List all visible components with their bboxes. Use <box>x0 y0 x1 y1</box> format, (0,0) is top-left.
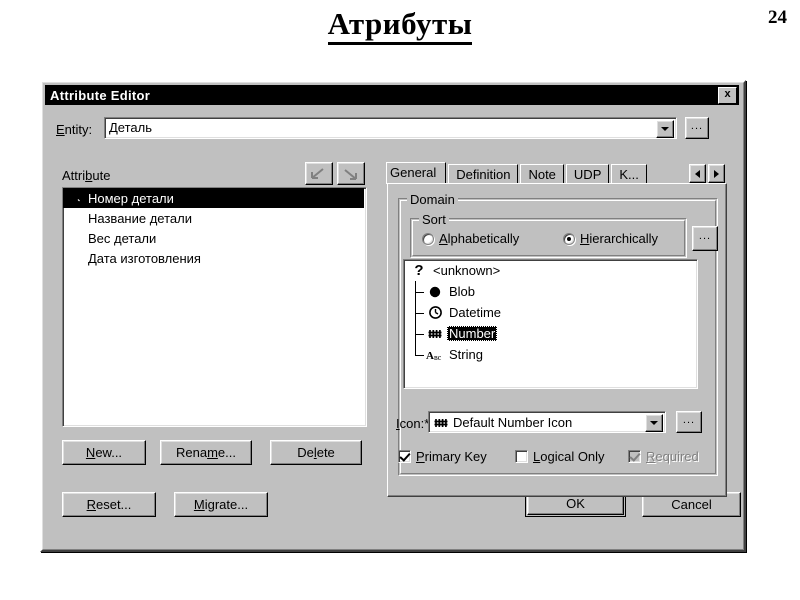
sort-browse-button[interactable]: ... <box>692 226 718 251</box>
move-up-arrow-icon[interactable] <box>305 162 333 185</box>
entity-value: Деталь <box>109 120 152 135</box>
close-icon[interactable]: x <box>718 87 737 104</box>
question-mark-icon: ? <box>414 262 424 279</box>
tree-item-datetime-label: Datetime <box>449 305 502 320</box>
list-item-spacer <box>67 231 84 245</box>
blob-filled-circle-icon <box>426 284 444 300</box>
tab-definition[interactable]: Definition <box>448 164 519 184</box>
radio-hierarchically-label: Hierarchically <box>580 231 659 246</box>
radio-alphabetically-label: Alphabetically <box>439 231 520 246</box>
tab-udp-label: UDP <box>573 167 602 182</box>
page-title: Атрибуты <box>0 6 800 45</box>
abc-string-icon: A вc <box>426 347 444 363</box>
icon-browse-button[interactable]: ... <box>676 411 702 433</box>
new-button[interactable]: New... <box>62 440 146 465</box>
list-item-label: Вес детали <box>88 230 157 246</box>
tree-item-datetime[interactable]: Datetime <box>404 302 697 323</box>
tab-control: General Definition Note UDP K... Domain <box>386 162 727 497</box>
slide-canvas: Атрибуты 24 Attribute Editor x Entity: Д… <box>0 0 800 600</box>
tab-definition-label: Definition <box>456 167 511 182</box>
tab-general-label: General <box>390 165 437 180</box>
primary-key-icon <box>67 191 84 205</box>
svg-text:вc: вc <box>434 353 442 362</box>
domain-tree[interactable]: ? <unknown> Blob Datetime Number A вc St… <box>403 259 698 389</box>
reset-button[interactable]: Reset... <box>62 492 156 517</box>
list-item[interactable]: Дата изготовления <box>63 248 366 268</box>
checkbox-required-indicator <box>628 450 641 463</box>
tab-udp[interactable]: UDP <box>565 164 610 184</box>
scroll-left-icon[interactable] <box>689 164 706 183</box>
tab-general[interactable]: General <box>386 162 447 184</box>
checkbox-primary-key-indicator[interactable] <box>398 450 411 463</box>
attribute-list-label: Attribute <box>62 168 111 183</box>
tab-page-general: Domain Sort Alphabetically Hierarchicall… <box>387 183 727 497</box>
domain-group-title: Domain <box>407 192 458 207</box>
checkbox-logical-only-indicator[interactable] <box>515 450 528 463</box>
checkbox-required-label: Required <box>646 449 699 464</box>
list-item-label: Дата изготовления <box>88 250 201 266</box>
checkbox-logical-only[interactable]: Logical Only <box>515 449 605 464</box>
tree-item-number-label: Number <box>447 326 498 341</box>
tab-note-label: Note <box>528 167 556 182</box>
page-title-text: Атрибуты <box>327 6 473 45</box>
entity-combobox[interactable]: Деталь <box>104 117 677 139</box>
tab-k-label: K... <box>619 167 639 182</box>
list-item-spacer <box>67 211 84 225</box>
tree-item-number[interactable]: Number <box>404 323 697 344</box>
entity-label: Entity: <box>56 122 93 137</box>
chevron-down-icon[interactable] <box>645 414 663 432</box>
tree-item-blob[interactable]: Blob <box>404 281 697 302</box>
entity-browse-button[interactable]: ... <box>685 117 709 139</box>
delete-button[interactable]: Delete <box>270 440 362 465</box>
clock-icon <box>426 305 444 321</box>
tree-root-item[interactable]: ? <unknown> <box>404 260 697 281</box>
number-hash-icon <box>426 326 444 342</box>
scroll-right-icon[interactable] <box>708 164 725 183</box>
list-item[interactable]: Название детали <box>63 208 366 228</box>
icon-combobox[interactable]: Default Number Icon <box>428 411 666 433</box>
migrate-button[interactable]: Migrate... <box>174 492 268 517</box>
radio-alphabetically-indicator[interactable] <box>422 232 434 245</box>
list-item-spacer <box>67 251 84 265</box>
checkbox-required: Required <box>628 449 699 464</box>
radio-hierarchically[interactable]: Hierarchically <box>563 231 658 246</box>
number-hash-icon <box>433 416 449 435</box>
tab-strip: General Definition Note UDP K... <box>386 162 727 184</box>
tab-note[interactable]: Note <box>520 164 564 184</box>
radio-hierarchically-indicator[interactable] <box>563 232 575 245</box>
rename-button[interactable]: Rename... <box>160 440 252 465</box>
checkbox-primary-key-label: Primary Key <box>416 449 487 464</box>
list-item[interactable]: Номер детали <box>63 188 364 208</box>
icon-field-label: Icon:* <box>396 416 430 431</box>
icon-combobox-value: Default Number Icon <box>453 415 573 430</box>
dialog-title: Attribute Editor <box>50 87 151 103</box>
tab-k[interactable]: K... <box>611 164 647 184</box>
ok-button-label: OK <box>566 496 585 511</box>
tree-item-string[interactable]: A вc String <box>404 344 697 365</box>
list-item[interactable]: Вес детали <box>63 228 366 248</box>
list-item-label: Название детали <box>88 210 192 226</box>
checkbox-logical-only-label: Logical Only <box>533 449 605 464</box>
page-number: 24 <box>768 7 787 28</box>
dialog-titlebar[interactable]: Attribute Editor x <box>45 85 739 105</box>
move-down-arrow-icon[interactable] <box>337 162 365 185</box>
list-item-label: Номер детали <box>88 190 174 206</box>
chevron-down-icon[interactable] <box>656 120 674 138</box>
checkbox-primary-key[interactable]: Primary Key <box>398 449 487 464</box>
tab-scroll-buttons <box>687 164 725 183</box>
attribute-editor-dialog: Attribute Editor x Entity: Деталь ... At… <box>40 80 746 552</box>
attribute-list[interactable]: Номер детали Название детали Вес детали … <box>62 187 367 427</box>
radio-alphabetically[interactable]: Alphabetically <box>422 231 519 246</box>
tree-root-label: <unknown> <box>433 263 501 278</box>
cancel-button-label: Cancel <box>671 497 712 512</box>
tree-item-blob-label: Blob <box>449 284 476 299</box>
svg-text:A: A <box>426 350 434 362</box>
tree-item-string-label: String <box>449 347 483 362</box>
sort-group-title: Sort <box>419 212 449 227</box>
